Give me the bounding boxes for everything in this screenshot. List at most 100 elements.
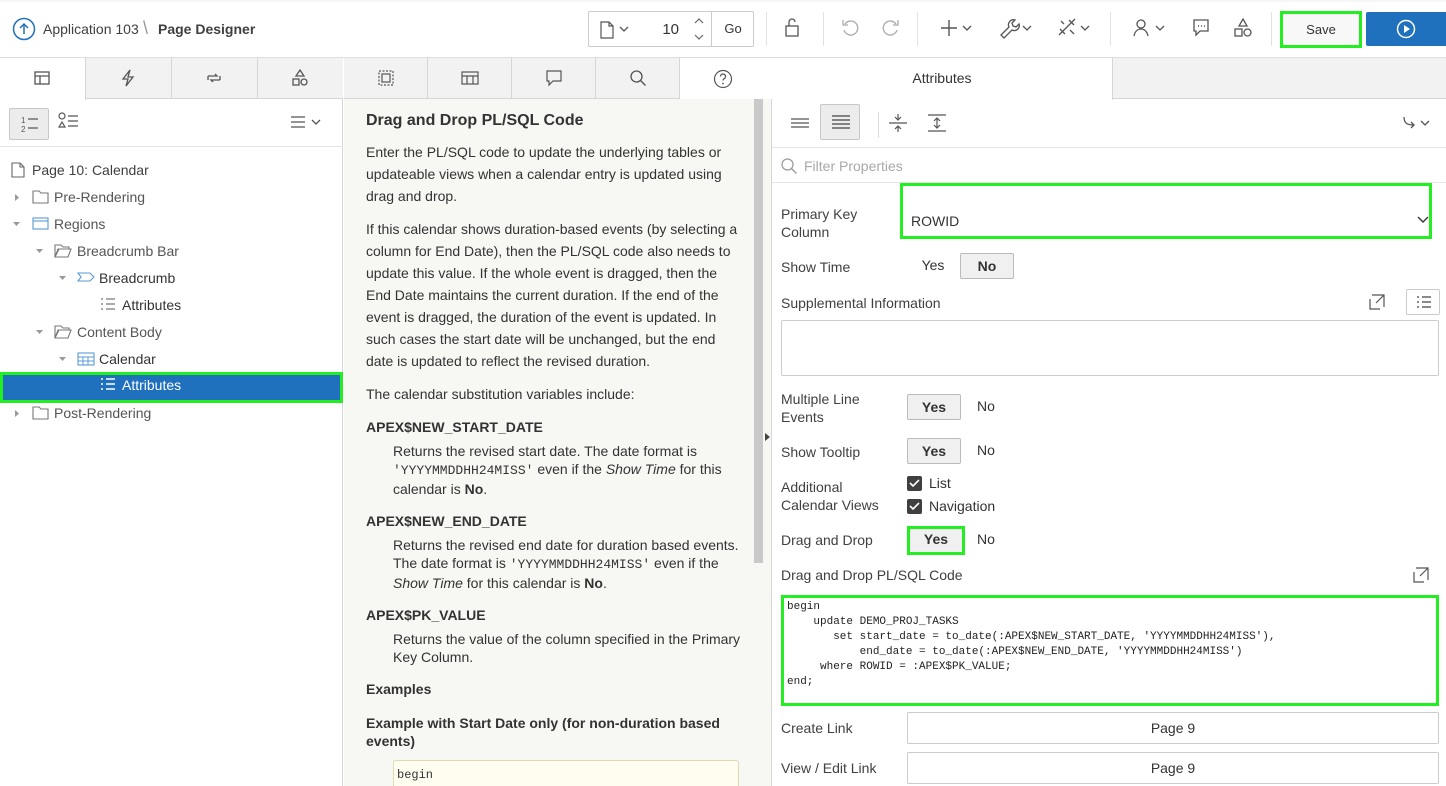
tree-item-content-body[interactable]: Content Body — [0, 319, 343, 345]
svg-text:2: 2 — [21, 125, 26, 134]
expand-all-icon[interactable] — [927, 113, 947, 133]
multiple-line-events-yes[interactable]: Yes — [907, 394, 961, 420]
lock-icon[interactable] — [783, 17, 801, 39]
chevron-down-icon[interactable] — [58, 274, 67, 282]
create-link-button[interactable]: Page 9 — [907, 712, 1439, 744]
menu-icon[interactable] — [290, 115, 324, 129]
filter-properties-input[interactable] — [804, 155, 1204, 177]
drag-and-drop-no[interactable]: No — [968, 527, 1004, 553]
tree-order-button[interactable]: 12 — [9, 108, 49, 140]
primary-key-column-select[interactable]: ROWID — [900, 183, 1432, 239]
list-values-button[interactable] — [1406, 289, 1440, 315]
page-icon[interactable] — [599, 21, 615, 39]
page-stepper-icon[interactable] — [693, 14, 705, 44]
tab-processing[interactable] — [172, 58, 258, 99]
tab-layout[interactable] — [344, 58, 428, 99]
chevron-down-icon[interactable] — [12, 220, 21, 228]
check-icon — [909, 502, 920, 511]
help-term: APEX$NEW_START_DATE — [366, 419, 543, 435]
undo-icon[interactable] — [841, 17, 861, 39]
show-time-label: Show Time — [781, 259, 851, 275]
drag-and-drop-code-editor[interactable]: begin update DEMO_PROJ_TASKS set start_d… — [781, 595, 1439, 706]
search-icon — [781, 158, 797, 174]
collapse-right-handle[interactable] — [764, 432, 771, 442]
show-common-icon[interactable] — [790, 116, 810, 130]
help-paragraph: If this calendar shows duration-based ev… — [366, 221, 738, 369]
folder-icon — [32, 405, 49, 420]
help-example-heading: Example with Start Date only (for non-du… — [366, 715, 720, 749]
show-time-no[interactable]: No — [960, 253, 1014, 279]
show-tooltip-yes[interactable]: Yes — [907, 438, 961, 464]
supplemental-information-textarea[interactable] — [781, 320, 1439, 376]
rendering-tree-panel: 12 Page 10: Calendar Pre-Rendering Regio… — [0, 58, 343, 786]
shared-components-icon[interactable] — [1057, 17, 1093, 39]
checkbox-list[interactable] — [907, 476, 922, 491]
filter-properties — [772, 147, 1446, 183]
view-edit-link-button[interactable]: Page 9 — [907, 752, 1439, 784]
chevron-right-icon[interactable] — [13, 409, 21, 418]
tab-messages[interactable] — [512, 58, 596, 99]
checkbox-navigation[interactable] — [907, 499, 922, 514]
tab-search[interactable] — [596, 58, 680, 99]
drag-and-drop-yes[interactable]: Yes — [907, 526, 965, 555]
wrench-icon[interactable] — [998, 17, 1034, 39]
shapes-icon[interactable] — [1233, 17, 1253, 39]
help-term: APEX$PK_VALUE — [366, 607, 486, 623]
tab-rendering[interactable] — [0, 58, 86, 100]
chevron-down-icon[interactable] — [35, 247, 44, 255]
team-icon[interactable] — [1132, 17, 1168, 39]
arrow-up-circle-icon[interactable] — [12, 17, 36, 41]
tree-item-post-rendering[interactable]: Post-Rendering — [0, 400, 343, 426]
help-definition: Returns the revised end date for duratio… — [393, 537, 739, 591]
tab-component-view[interactable] — [428, 58, 512, 99]
tree-item-calendar[interactable]: Calendar — [0, 346, 343, 372]
go-to-group-icon[interactable] — [1401, 115, 1437, 131]
breadcrumb-application[interactable]: Application 103 — [43, 21, 139, 37]
chevron-right-icon[interactable] — [13, 193, 21, 202]
tab-dynamic-actions[interactable] — [86, 58, 172, 99]
list-icon — [1417, 296, 1431, 308]
expand-editor-icon[interactable] — [1368, 293, 1386, 311]
help-title: Drag and Drop PL/SQL Code — [366, 112, 584, 129]
collapse-all-icon[interactable] — [888, 113, 908, 133]
multiple-line-events-no[interactable]: No — [968, 394, 1004, 420]
tree-item-breadcrumb-bar[interactable]: Breadcrumb Bar — [0, 238, 343, 264]
help-term: APEX$NEW_END_DATE — [366, 513, 527, 529]
tree-item-breadcrumb-attributes[interactable]: Attributes — [0, 292, 343, 318]
help-code-sample: begin — [393, 760, 739, 786]
scrollbar[interactable] — [754, 99, 763, 563]
show-time-yes[interactable]: Yes — [912, 253, 954, 279]
comment-icon[interactable] — [1191, 17, 1211, 39]
numbered-list-icon: 12 — [21, 116, 38, 134]
save-button[interactable]: Save — [1280, 11, 1362, 48]
chevron-down-icon — [1417, 216, 1429, 223]
show-tooltip-no[interactable]: No — [968, 438, 1004, 464]
plus-icon[interactable] — [940, 17, 976, 39]
redo-icon[interactable] — [880, 17, 900, 39]
run-button[interactable] — [1366, 12, 1446, 46]
divider — [766, 12, 767, 46]
tab-help[interactable] — [680, 58, 772, 99]
help-definition: Returns the value of the column specifie… — [393, 631, 741, 665]
check-icon — [909, 479, 920, 488]
group-list-icon[interactable] — [58, 112, 80, 132]
tree-item-page[interactable]: Page 10: Calendar — [0, 157, 343, 183]
middle-panel-tabs — [344, 58, 772, 99]
page-number-input[interactable]: 10 — [641, 21, 679, 38]
search-icon — [630, 70, 646, 86]
chevron-down-icon[interactable] — [619, 25, 629, 33]
tree-item-calendar-attributes[interactable]: Attributes — [0, 372, 343, 403]
tab-shared-components[interactable] — [258, 58, 343, 99]
tree-item-breadcrumb[interactable]: Breadcrumb — [0, 265, 343, 291]
expand-editor-icon[interactable] — [1412, 566, 1430, 584]
chevron-down-icon[interactable] — [35, 328, 44, 336]
show-all-icon — [832, 115, 850, 129]
property-toolbar — [772, 99, 1446, 147]
chevron-down-icon[interactable] — [58, 355, 67, 363]
tree-item-pre-rendering[interactable]: Pre-Rendering — [0, 184, 343, 210]
tab-attributes[interactable]: Attributes — [772, 58, 1113, 100]
tree-item-regions[interactable]: Regions — [0, 211, 343, 237]
list-icon — [100, 377, 116, 392]
show-all-button[interactable] — [820, 104, 860, 140]
go-button[interactable]: Go — [712, 12, 754, 46]
